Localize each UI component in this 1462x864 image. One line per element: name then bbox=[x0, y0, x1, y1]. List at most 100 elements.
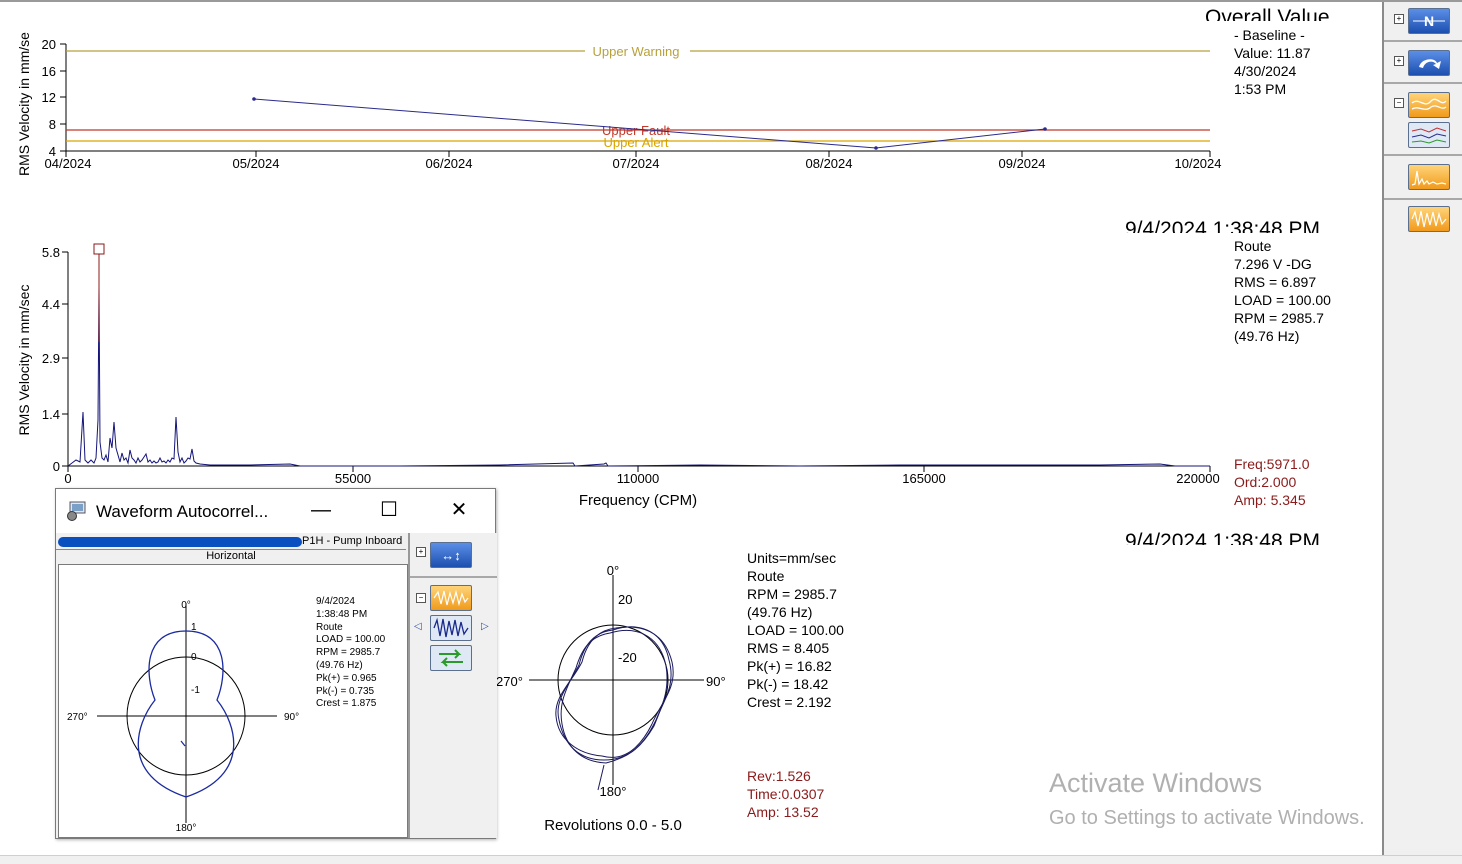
orbit-plot[interactable]: 9/4/2024 1:38:48 PM 0° 180° 270° 90° 20 … bbox=[494, 520, 1382, 850]
popup-toolbar: + ↔↕ − ◁ ▷ bbox=[408, 533, 497, 838]
trend-ytick-label: 16 bbox=[42, 64, 56, 79]
spectrum-info: Route 7.296 V -DG RMS = 6.897 LOAD = 100… bbox=[1234, 238, 1331, 344]
trend-xtick-label: 05/2024 bbox=[233, 156, 280, 171]
autocorr-radial-label: -1 bbox=[191, 685, 200, 696]
multi-trend-button[interactable] bbox=[1408, 122, 1450, 148]
multi-trend-icon bbox=[1411, 127, 1447, 144]
trend-yticks: 20 16 12 8 4 bbox=[42, 37, 66, 159]
orbit-label-right: 90° bbox=[706, 674, 726, 689]
maximize-button[interactable]: ☐ bbox=[369, 495, 409, 525]
autocorr-info: 9/4/2024 1:38:48 PM Route LOAD = 100.00 … bbox=[316, 596, 386, 710]
trend-view-button[interactable] bbox=[1408, 92, 1450, 118]
spectrum-xtick-label: 0 bbox=[64, 471, 71, 486]
trend-xtick-label: 08/2024 bbox=[806, 156, 853, 171]
orbit-label-top: 0° bbox=[607, 563, 619, 578]
redo-arrow-icon bbox=[1419, 59, 1441, 69]
spectrum-xlabel: Frequency (CPM) bbox=[579, 492, 697, 509]
spectrum-ytick-label: 1.4 bbox=[42, 407, 60, 422]
spectrum-ylabel: RMS Velocity in mm/sec bbox=[16, 285, 32, 436]
spectrum-svg: RMS Velocity in mm/sec 5.8 4.4 2.9 1.4 0… bbox=[16, 243, 1220, 509]
upper-alert-label: Upper Alert bbox=[603, 135, 668, 150]
collapse-toggle[interactable]: − bbox=[1394, 98, 1404, 108]
autocorr-label-left: 270° bbox=[67, 712, 88, 723]
spectrum-xtick-label: 110000 bbox=[617, 471, 659, 486]
point-progress-bar bbox=[58, 537, 302, 547]
spectrum-yticks: 5.8 4.4 2.9 1.4 0 bbox=[42, 245, 68, 474]
orbit-label-bottom: 180° bbox=[600, 784, 627, 799]
direction-label: Horizontal bbox=[206, 550, 256, 562]
orbit-traces bbox=[555, 626, 674, 791]
trend-point[interactable] bbox=[874, 146, 878, 150]
expand-toggle[interactable]: + bbox=[1394, 56, 1404, 66]
trend-icon bbox=[1411, 98, 1447, 110]
orbit-label-left: 270° bbox=[496, 674, 523, 689]
point-header: P1H - Pump Inboard Horizontal bbox=[56, 535, 406, 563]
trend-point[interactable] bbox=[1043, 127, 1047, 131]
spectrum-view-button[interactable] bbox=[1408, 164, 1450, 190]
spectrum-ytick-label: 0 bbox=[53, 459, 60, 474]
spectrum-cursor-marker[interactable] bbox=[93, 243, 105, 255]
trend-info: - Baseline - Value: 11.87 4/30/2024 1:53… bbox=[1234, 27, 1311, 97]
autocorr-label-top: 0° bbox=[181, 600, 191, 611]
trend-plot[interactable]: RMS Velocity in mm/se 20 16 12 8 4 04/20… bbox=[0, 2, 1380, 202]
waveform-icon bbox=[433, 589, 469, 607]
trend-xtick-label: 07/2024 bbox=[613, 156, 660, 171]
spectrum-ytick-label: 2.9 bbox=[42, 351, 60, 366]
scale-axis-button[interactable]: ↔↕ bbox=[430, 542, 472, 568]
waveform-view-button[interactable] bbox=[1408, 206, 1450, 232]
trend-ytick-label: 12 bbox=[42, 90, 56, 105]
spectrum-xtick-label: 55000 bbox=[335, 471, 371, 486]
spectrum-ytick-label: 4.4 bbox=[42, 297, 60, 312]
collapse-toggle[interactable]: − bbox=[416, 593, 426, 603]
autocorr-label-bottom: 180° bbox=[176, 823, 197, 834]
spectrum-xtick-label: 165000 bbox=[902, 471, 945, 486]
right-toolbar: + N + − bbox=[1382, 2, 1462, 855]
prev-arrow-icon[interactable]: ◁ bbox=[414, 621, 422, 632]
app-icon bbox=[66, 501, 88, 521]
autocorr-label-right: 90° bbox=[284, 712, 299, 723]
trend-point[interactable] bbox=[252, 97, 256, 101]
expand-toggle[interactable]: + bbox=[1394, 14, 1404, 24]
waveform-view-button[interactable] bbox=[430, 585, 472, 611]
orbit-info: Units=mm/sec Route RPM = 2985.7 (49.76 H… bbox=[747, 550, 844, 710]
spectrum-icon bbox=[1411, 170, 1447, 186]
trend-xticks: 04/2024 05/2024 06/2024 07/2024 08/2024 … bbox=[45, 151, 1222, 171]
orbit-caption: Revolutions 0.0 - 5.0 bbox=[544, 817, 682, 834]
autocorrelation-icon bbox=[433, 617, 469, 638]
trend-title: Overall Value bbox=[1205, 7, 1330, 21]
spectrum-xtick-label: 220000 bbox=[1176, 471, 1219, 486]
activate-windows-subtitle: Go to Settings to activate Windows. bbox=[1049, 807, 1365, 829]
trend-xtick-label: 10/2024 bbox=[1175, 156, 1222, 171]
trend-xtick-label: 06/2024 bbox=[426, 156, 473, 171]
close-button[interactable]: ✕ bbox=[439, 495, 479, 525]
arrows-icon: ↔↕ bbox=[441, 548, 461, 563]
autocorrelation-button[interactable] bbox=[430, 615, 472, 641]
next-arrow-icon[interactable]: ▷ bbox=[481, 621, 489, 632]
minimize-button[interactable]: — bbox=[301, 495, 341, 525]
north-arrow-icon: N bbox=[1413, 13, 1445, 29]
rotate-view-button[interactable] bbox=[430, 645, 472, 671]
expand-toggle[interactable]: + bbox=[416, 547, 426, 557]
spectrum-xticks: 0 55000 110000 165000 220000 bbox=[64, 466, 1220, 486]
navigate-button[interactable]: N bbox=[1408, 8, 1450, 34]
autocorrelation-plot[interactable]: 0° 180° 270° 90° 1 0 -1 9/4/2024 1:38:48… bbox=[58, 564, 408, 838]
orbit-cursor-readout: Rev:1.526 Time:0.0307 Amp: 13.52 bbox=[747, 768, 825, 820]
trend-ylabel: RMS Velocity in mm/se bbox=[16, 32, 32, 176]
point-name: P1H - Pump Inboard bbox=[302, 535, 403, 547]
orbit-date: 9/4/2024 1:38:48 PM bbox=[1125, 531, 1320, 545]
window-title: Waveform Autocorrel... bbox=[96, 502, 269, 521]
trend-xtick-label: 09/2024 bbox=[999, 156, 1046, 171]
svg-text:↔↕: ↔↕ bbox=[441, 548, 461, 563]
trend-svg: RMS Velocity in mm/se 20 16 12 8 4 04/20… bbox=[16, 32, 1222, 176]
window-titlebar[interactable]: Waveform Autocorrel... — ☐ ✕ bbox=[56, 489, 495, 533]
orbit-radial-label: -20 bbox=[618, 650, 637, 665]
orbit-svg: 0° 180° 270° 90° 20 -20 Revolutions 0.0 … bbox=[496, 563, 726, 834]
trend-xtick-label: 04/2024 bbox=[45, 156, 92, 171]
autocorr-cursor bbox=[180, 740, 186, 747]
trend-ytick-label: 8 bbox=[49, 117, 56, 132]
upper-warning-label: Upper Warning bbox=[593, 44, 680, 59]
refresh-button[interactable] bbox=[1408, 50, 1450, 76]
spectrum-plot[interactable]: 9/4/2024 1:38:48 PM Route 7.296 V -DG RM… bbox=[0, 212, 1380, 512]
waveform-autocorrelation-window[interactable]: Waveform Autocorrel... — ☐ ✕ P1H - Pump … bbox=[55, 488, 497, 839]
trend-ytick-label: 20 bbox=[42, 37, 56, 52]
